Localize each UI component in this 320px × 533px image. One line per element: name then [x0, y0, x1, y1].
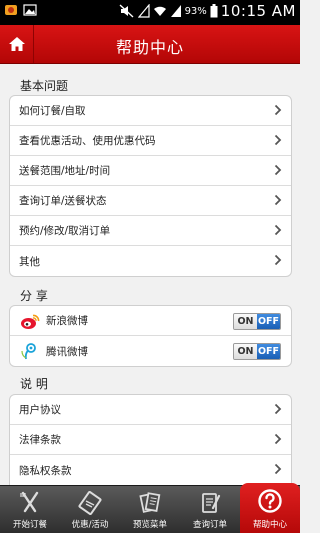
page-title: 帮助中心 [115, 38, 184, 57]
tab-label: 优惠/活动 [71, 520, 109, 530]
list-item-label: 预约/修改/取消订单 [19, 225, 111, 237]
chevron-right-icon [274, 194, 282, 206]
list-item-label: 隐私权条款 [19, 464, 72, 477]
list-item-other[interactable]: 其他 [10, 246, 291, 276]
coupon-icon [78, 491, 102, 515]
chevron-right-icon [274, 164, 282, 176]
app-notification-icon [5, 5, 17, 15]
list-item-label: 查看优惠活动、使用优惠代码 [19, 135, 156, 147]
order-list-icon [202, 493, 221, 513]
sina-weibo-icon [21, 314, 40, 329]
toggle-off-label: OFF [257, 314, 280, 329]
chevron-right-icon [274, 104, 282, 116]
bottom-tab-bar: 开始订餐 优惠/活动 预览菜单 查询订单 帮助中心 [0, 483, 300, 533]
share-item-sina-weibo: 新浪微博 ON OFF [10, 306, 291, 336]
clock: 10:15 AM [220, 2, 296, 20]
tab-label: 帮助中心 [252, 520, 287, 530]
list-item-legal-terms[interactable]: 法律条款 [10, 425, 291, 455]
section-title-about: 说 明 [20, 377, 48, 391]
share-list: 新浪微博 ON OFF 腾讯微博 ON OFF [9, 305, 292, 367]
wifi-icon [153, 6, 166, 16]
image-notification-icon [23, 4, 37, 16]
toggle-off-label: OFF [257, 344, 280, 359]
status-bar: 93% 10:15 AM [0, 0, 300, 25]
share-item-label: 新浪微博 [46, 315, 88, 327]
list-item-user-agreement[interactable]: 用户协议 [10, 395, 291, 425]
toggle-on-label: ON [234, 314, 257, 329]
list-item-modify-order[interactable]: 预约/修改/取消订单 [10, 216, 291, 246]
tab-query-order[interactable]: 查询订单 [180, 486, 240, 533]
list-item-label: 其他 [19, 255, 40, 268]
tab-preview-menu[interactable]: 预览菜单 [120, 486, 180, 533]
list-item-order-status[interactable]: 查询订单/送餐状态 [10, 186, 291, 216]
tab-label: 查询订单 [192, 520, 227, 530]
chevron-right-icon [274, 254, 282, 266]
share-item-label: 腾讯微博 [46, 345, 88, 358]
chevron-right-icon [274, 134, 282, 146]
section-title-basic: 基本问题 [20, 79, 69, 93]
list-item-privacy-terms[interactable]: 隐私权条款 [10, 455, 291, 485]
battery-icon [210, 4, 218, 18]
basic-questions-list: 如何订餐/自取 查看优惠活动、使用优惠代码 送餐范围/地址/时间 查询订单/送餐… [9, 95, 292, 277]
fork-knife-icon [20, 491, 39, 513]
toggle-on-label: ON [234, 344, 257, 359]
list-item-label: 如何订餐/自取 [19, 105, 86, 117]
tab-label: 开始订餐 [12, 520, 47, 530]
share-item-tencent-weibo: 腾讯微博 ON OFF [10, 336, 291, 366]
battery-percentage: 93% [184, 5, 207, 17]
list-item-promotions[interactable]: 查看优惠活动、使用优惠代码 [10, 126, 291, 156]
list-item-label: 送餐范围/地址/时间 [19, 165, 111, 177]
chevron-right-icon [274, 463, 282, 475]
help-icon [258, 489, 282, 513]
tab-help-center[interactable]: 帮助中心 [240, 483, 300, 533]
notification-icons [4, 3, 37, 17]
chevron-right-icon [274, 224, 282, 236]
no-signal-icon [137, 4, 150, 18]
list-item-label: 用户协议 [19, 404, 61, 416]
list-item-label: 查询订单/送餐状态 [19, 195, 107, 207]
signal-icon [170, 5, 181, 17]
menu-book-icon [139, 492, 161, 513]
tab-start-order[interactable]: 开始订餐 [0, 486, 60, 533]
list-item-delivery-range[interactable]: 送餐范围/地址/时间 [10, 156, 291, 186]
mute-icon [119, 4, 134, 18]
list-item-label: 法律条款 [19, 434, 61, 446]
tab-promotions[interactable]: 优惠/活动 [60, 486, 120, 533]
tab-label: 预览菜单 [132, 520, 167, 530]
tencent-weibo-toggle[interactable]: ON OFF [233, 343, 281, 360]
about-list: 用户协议 法律条款 隐私权条款 [9, 394, 292, 486]
tencent-weibo-icon [21, 343, 36, 360]
list-item-order-pickup[interactable]: 如何订餐/自取 [10, 96, 291, 126]
header-bar: 帮助中心 [0, 25, 300, 64]
section-title-share: 分 享 [20, 289, 48, 303]
chevron-right-icon [274, 403, 282, 415]
sina-weibo-toggle[interactable]: ON OFF [233, 313, 281, 330]
chevron-right-icon [274, 433, 282, 445]
